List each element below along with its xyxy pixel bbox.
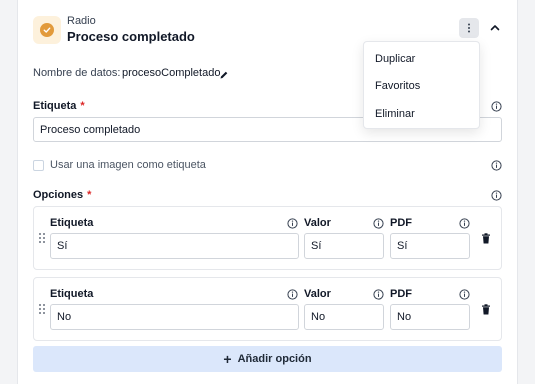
info-icon[interactable]	[491, 101, 502, 112]
data-name-label: Nombre de datos:	[33, 67, 121, 79]
add-option-button[interactable]: + Añadir opción	[33, 346, 502, 372]
info-icon[interactable]	[491, 190, 502, 201]
option-label-header: Etiqueta	[50, 217, 94, 229]
menu-item-delete[interactable]: Eliminar	[375, 108, 415, 120]
plus-icon: +	[223, 351, 232, 367]
option-label-input[interactable]: Sí	[50, 233, 299, 259]
option-label-header: Etiqueta	[50, 288, 94, 300]
option-value-header: Valor	[304, 217, 331, 229]
more-options-button[interactable]	[459, 18, 479, 38]
field-type-label: Radio	[67, 15, 96, 27]
option-pdf-input[interactable]: No	[390, 304, 470, 330]
chevron-up-icon	[490, 24, 500, 30]
add-option-label: Añadir opción	[237, 353, 312, 365]
options-title: Opciones	[33, 189, 84, 201]
required-mark: *	[80, 100, 85, 112]
option-label-input[interactable]: No	[50, 304, 299, 330]
option-pdf-input[interactable]: Sí	[390, 233, 470, 259]
more-options-menu: Duplicar Favoritos Eliminar	[363, 41, 480, 129]
radio-type-icon	[33, 16, 61, 44]
field-title: Proceso completado	[67, 29, 195, 44]
menu-item-duplicate[interactable]: Duplicar	[375, 53, 415, 65]
data-name-value: procesoCompletado	[122, 67, 221, 79]
use-image-label-checkbox[interactable]	[33, 160, 44, 171]
label-field-title: Etiqueta	[33, 100, 77, 112]
option-pdf-header: PDF	[390, 217, 412, 229]
pencil-icon	[220, 71, 228, 79]
trash-icon[interactable]	[481, 233, 491, 244]
info-icon[interactable]	[373, 218, 384, 229]
option-value-input[interactable]: No	[304, 304, 384, 330]
trash-icon[interactable]	[481, 304, 491, 315]
required-mark: *	[87, 189, 92, 201]
options-heading: Opciones *	[33, 189, 91, 201]
info-icon[interactable]	[373, 289, 384, 300]
info-icon[interactable]	[491, 160, 502, 171]
option-value-input[interactable]: Sí	[304, 233, 384, 259]
use-image-label-text: Usar una imagen como etiqueta	[50, 159, 206, 171]
info-icon[interactable]	[459, 289, 470, 300]
collapse-button[interactable]	[488, 20, 502, 34]
option-value-header: Valor	[304, 288, 331, 300]
edit-data-name-button[interactable]	[219, 67, 229, 79]
menu-item-favorites[interactable]: Favoritos	[375, 80, 420, 92]
label-field-heading: Etiqueta *	[33, 100, 85, 112]
drag-handle-icon[interactable]	[38, 303, 46, 315]
info-icon[interactable]	[287, 218, 298, 229]
option-pdf-header: PDF	[390, 288, 412, 300]
kebab-icon	[468, 23, 470, 33]
info-icon[interactable]	[459, 218, 470, 229]
drag-handle-icon[interactable]	[38, 232, 46, 244]
info-icon[interactable]	[287, 289, 298, 300]
